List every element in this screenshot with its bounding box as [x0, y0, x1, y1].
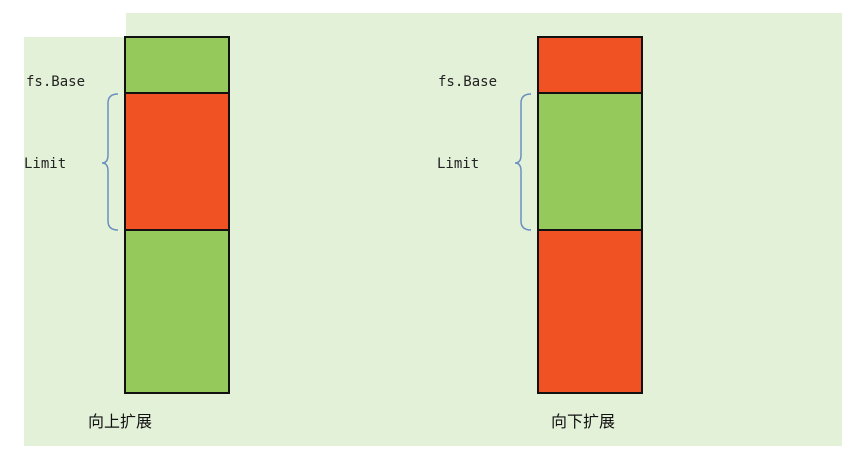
base-label: fs.Base: [26, 74, 86, 90]
segment-limit: [539, 94, 641, 231]
memory-segment-column: [537, 36, 643, 394]
caption: 向上扩展: [88, 412, 153, 431]
segment-top: [126, 38, 228, 94]
caption: 向下扩展: [551, 412, 616, 431]
limit-label: Limit: [24, 156, 67, 172]
limit-label: Limit: [437, 156, 480, 172]
segment-limit: [126, 94, 228, 231]
base-label: fs.Base: [438, 74, 498, 90]
segment-bottom: [126, 231, 228, 392]
limit-brace-icon: [101, 93, 119, 231]
memory-segment-column: [124, 36, 230, 394]
segment-top: [539, 38, 641, 94]
limit-brace-icon: [514, 93, 532, 231]
segment-bottom: [539, 231, 641, 392]
